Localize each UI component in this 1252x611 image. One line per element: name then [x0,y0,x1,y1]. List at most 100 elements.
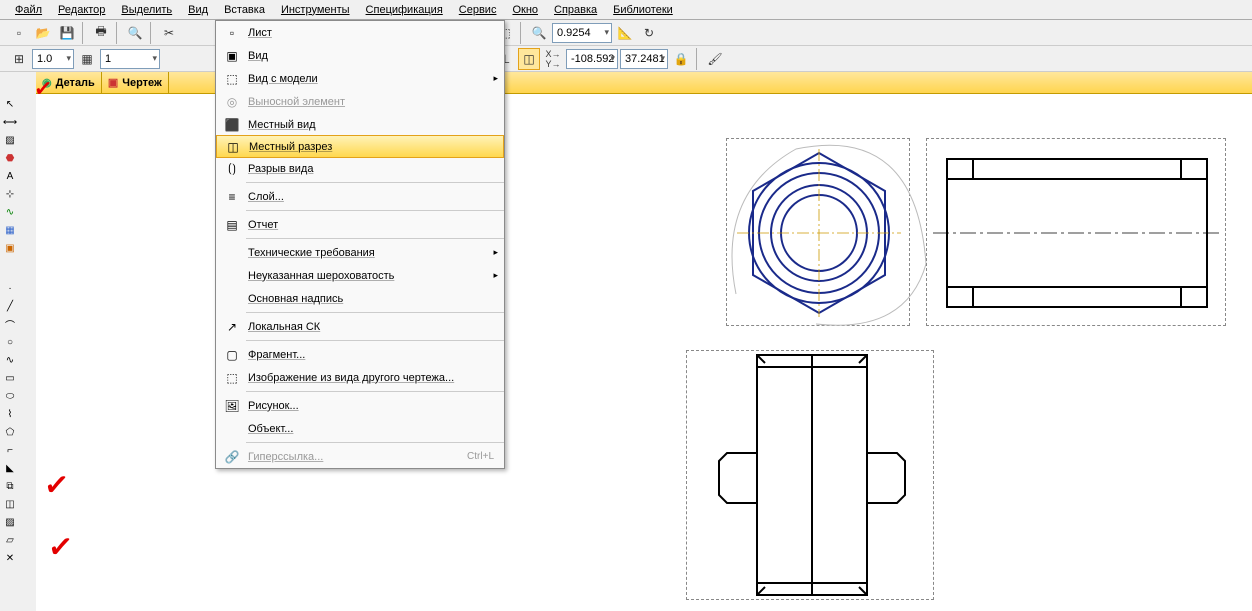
trim-icon[interactable]: ✕ [1,550,19,566]
bezier-icon[interactable]: ⌇ [1,406,19,422]
menu-item-picture[interactable]: 🖼Рисунок... [216,394,504,417]
menu-item-model[interactable]: ⬚Вид с модели▸ [216,67,504,90]
detail-icon: ◉ [42,76,52,89]
region-icon[interactable]: ▱ [1,532,19,548]
menu-item-lcs[interactable]: ↗Локальная СК [216,315,504,338]
submenu-arrow-icon: ▸ [493,247,498,258]
menu-item-title[interactable]: Основная надпись [216,287,504,310]
macro-icon[interactable]: ⬣ [1,150,19,166]
arrow-icon[interactable]: ↖ [1,96,19,112]
contour-icon[interactable]: ◫ [1,496,19,512]
text-icon[interactable]: A [1,168,19,184]
coord-y[interactable]: 37.2481 [620,49,668,69]
menu-item-label: Вид с модели [244,73,504,85]
brush-icon[interactable]: 🖌 [704,48,726,70]
standard-toolbar: ▫ 📂 💾 🖶 🔍 ✂ ⬚ 🔍 0.9254 📐 ↻ [0,20,1252,46]
menu-spec[interactable]: Спецификация [366,4,443,16]
menu-editor[interactable]: Редактор [58,4,105,16]
menu-service[interactable]: Сервис [459,4,497,16]
grid-icon[interactable]: ◫ [518,48,540,70]
menu-item-image[interactable]: ⬚Изображение из вида другого чертежа... [216,366,504,389]
arc-icon[interactable]: ⌒ [1,316,19,332]
tab-detail[interactable]: ◉ Деталь [36,72,102,93]
menu-separator [246,312,504,313]
menu-item-fragment[interactable]: ▢Фрагмент... [216,343,504,366]
menu-separator [246,340,504,341]
menu-view[interactable]: Вид [188,4,208,16]
menu-item-local-cut[interactable]: ◫Местный разрез [216,135,504,158]
menu-item-tech[interactable]: Технические требования▸ [216,241,504,264]
curve-icon[interactable]: ∿ [1,204,19,220]
hatch-icon[interactable]: ▨ [1,132,19,148]
offset-icon[interactable]: ⧉ [1,478,19,494]
polygon-icon[interactable]: ⬠ [1,424,19,440]
secondary-toolbar: ⊞ 1.0 ▦ 1 ⊥ ◫ X→Y→ -108.592 37.2481 🔒 🖌 [0,46,1252,72]
view-icon[interactable]: ▣ [1,240,19,256]
menu-item-break[interactable]: ⟮⟯Разрыв вида [216,157,504,180]
menu-item-view[interactable]: ▣Вид [216,44,504,67]
fillet-icon[interactable]: ⌐ [1,442,19,458]
zoom-combo[interactable]: 0.9254 [552,23,612,43]
circle-icon[interactable]: ○ [1,334,19,350]
axis-icon[interactable]: ⊹ [1,186,19,202]
menu-window[interactable]: Окно [512,4,538,16]
view-side[interactable] [926,138,1226,326]
link-icon: 🔗 [220,450,244,464]
menu-select[interactable]: Выделить [121,4,172,16]
menu-item-rough[interactable]: Неуказанная шероховатость▸ [216,264,504,287]
zoom-fit-icon[interactable]: 🔍 [528,22,550,44]
coord-x[interactable]: -108.592 [566,49,618,69]
thickness-combo[interactable]: 1.0 [32,49,74,69]
ellipse-icon[interactable]: ⬭ [1,388,19,404]
local-view-icon: ⬛ [220,118,244,132]
menu-item-label: Местный вид [244,119,504,131]
menu-item-label: Лист [244,27,504,39]
lock-icon[interactable]: 🔒 [670,48,692,70]
new-icon[interactable]: ▫ [8,22,30,44]
menu-item-local-view[interactable]: ⬛Местный вид [216,113,504,136]
rect-icon[interactable]: ▭ [1,370,19,386]
menu-libs[interactable]: Библиотеки [613,4,673,16]
local-cut-icon: ◫ [221,140,245,154]
print-icon[interactable]: 🖶 [90,22,112,44]
drawing-icon: ▣ [108,76,118,89]
menu-item-object[interactable]: Объект... [216,417,504,440]
separator [520,22,524,44]
view-front[interactable] [686,350,934,600]
submenu-arrow-icon: ▸ [493,270,498,281]
menu-item-report[interactable]: ▤Отчет [216,213,504,236]
table-icon[interactable]: ▦ [1,222,19,238]
refresh-icon[interactable]: ↻ [638,22,660,44]
break-icon: ⟮⟯ [220,161,244,176]
line-icon[interactable]: ╱ [1,298,19,314]
ruler-icon[interactable]: 📐 [614,22,636,44]
step-combo[interactable]: 1 [100,49,160,69]
menu-item-layer[interactable]: ≡Слой... [216,185,504,208]
separator [116,22,120,44]
menu-insert[interactable]: Вставка [224,4,265,16]
snap-icon[interactable]: ⊞ [8,48,30,70]
menu-item-label: Фрагмент... [244,349,504,361]
chamfer-icon[interactable]: ◣ [1,460,19,476]
menu-item-label: Объект... [244,423,504,435]
menu-item-label: Основная надпись [244,293,504,305]
dim-icon[interactable]: ⟷ [1,114,19,130]
menu-file[interactable]: Файл [15,4,42,16]
cut-icon[interactable]: ✂ [158,22,180,44]
lcs-icon: ↗ [220,320,244,334]
menu-item-label: Разрыв вида [244,163,504,175]
step-icon[interactable]: ▦ [76,48,98,70]
point-icon[interactable]: · [1,280,19,296]
preview-icon[interactable]: 🔍 [124,22,146,44]
tab-drawing[interactable]: ▣ Чертеж [102,72,169,93]
open-icon[interactable]: 📂 [32,22,54,44]
coord-x-icon[interactable]: X→Y→ [542,48,564,70]
menu-item-sheet[interactable]: ▫Лист [216,21,504,44]
menu-item-link: 🔗Гиперссылка...Ctrl+L [216,445,504,468]
hatch2-icon[interactable]: ▨ [1,514,19,530]
menu-item-label: Выносной элемент [244,96,504,108]
menu-help[interactable]: Справка [554,4,597,16]
spline-icon[interactable]: ∿ [1,352,19,368]
save-icon[interactable]: 💾 [56,22,78,44]
menu-tools[interactable]: Инструменты [281,4,350,16]
